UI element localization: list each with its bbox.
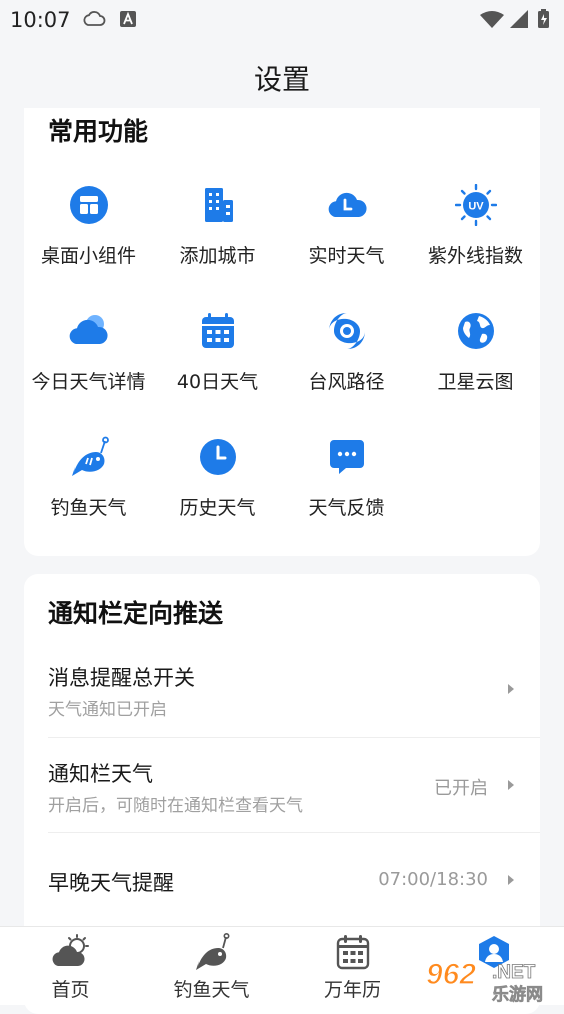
fish-icon bbox=[196, 933, 230, 970]
system-status-icons bbox=[480, 9, 549, 28]
calendar-icon bbox=[202, 313, 234, 348]
chevron-right-icon bbox=[508, 684, 514, 694]
city-building-icon bbox=[205, 188, 233, 222]
func-add-city[interactable]: 添加城市 bbox=[153, 184, 282, 294]
row-morning-evening-reminder[interactable]: 早晚天气提醒 07:00/18:30 bbox=[24, 833, 540, 927]
fish-icon bbox=[72, 436, 109, 476]
globe-icon bbox=[458, 313, 494, 349]
watermark-sub: 乐游网 bbox=[492, 984, 543, 1004]
nav-calendar[interactable]: 万年历 bbox=[282, 927, 423, 1005]
notification-title: 通知栏定向推送 bbox=[48, 599, 224, 628]
accessibility-status-icon bbox=[120, 11, 136, 27]
row-title: 通知栏天气 bbox=[48, 762, 153, 786]
func-label: 钓鱼天气 bbox=[50, 497, 127, 519]
nav-label: 钓鱼天气 bbox=[173, 979, 250, 1001]
func-label: 40日天气 bbox=[176, 371, 259, 393]
row-value: 已开启 bbox=[434, 778, 488, 799]
watermark-logo: 962 .NET 乐游网 bbox=[425, 957, 543, 1004]
svg-text:UV: UV bbox=[468, 201, 484, 213]
row-title: 早晚天气提醒 bbox=[48, 871, 174, 895]
func-satellite[interactable]: 卫星云图 bbox=[411, 310, 540, 420]
func-label: 添加城市 bbox=[179, 245, 256, 267]
nav-home[interactable]: 首页 bbox=[0, 927, 141, 1005]
func-realtime-weather[interactable]: 实时天气 bbox=[282, 184, 411, 294]
status-time: 10:07 bbox=[10, 8, 71, 32]
weather-home-icon bbox=[52, 934, 89, 966]
func-label: 桌面小组件 bbox=[40, 245, 136, 267]
func-history-weather[interactable]: 历史天气 bbox=[153, 436, 282, 546]
uv-sun-icon: UV bbox=[455, 184, 497, 226]
calendar-icon bbox=[336, 935, 370, 970]
func-40-day[interactable]: 40日天气 bbox=[153, 310, 282, 420]
cloud-clock-icon bbox=[328, 192, 367, 217]
row-subtitle: 开启后，可随时在通知栏查看天气 bbox=[48, 796, 303, 816]
row-message-switch[interactable]: 消息提醒总开关 天气通知已开启 bbox=[24, 642, 540, 736]
func-label: 紫外线指数 bbox=[427, 245, 523, 267]
page-title: 设置 bbox=[253, 63, 310, 96]
func-label: 台风路径 bbox=[308, 371, 385, 393]
func-today-detail[interactable]: 今日天气详情 bbox=[24, 310, 153, 420]
common-functions-title: 常用功能 bbox=[48, 117, 149, 146]
nav-label: 首页 bbox=[51, 979, 90, 1001]
cloud-icon bbox=[69, 315, 108, 344]
func-label: 实时天气 bbox=[308, 245, 385, 267]
func-typhoon[interactable]: 台风路径 bbox=[282, 310, 411, 420]
clock-icon bbox=[200, 439, 236, 475]
watermark-main: 962 bbox=[426, 958, 476, 991]
func-label: 历史天气 bbox=[179, 497, 256, 519]
row-notification-weather[interactable]: 通知栏天气 开启后，可随时在通知栏查看天气 已开启 bbox=[24, 738, 540, 832]
row-title: 消息提醒总开关 bbox=[48, 666, 195, 690]
widget-icon bbox=[70, 186, 108, 224]
row-value: 07:00/18:30 bbox=[378, 869, 488, 890]
cloud-status-icon bbox=[83, 11, 106, 26]
chevron-right-icon bbox=[508, 780, 514, 790]
feedback-chat-icon bbox=[330, 440, 364, 474]
nav-label: 万年历 bbox=[323, 979, 381, 1001]
func-label: 今日天气详情 bbox=[31, 371, 146, 393]
typhoon-icon bbox=[329, 313, 365, 349]
func-label: 卫星云图 bbox=[437, 371, 514, 393]
watermark-net: .NET bbox=[492, 962, 536, 983]
func-label: 天气反馈 bbox=[308, 497, 385, 519]
nav-fishing[interactable]: 钓鱼天气 bbox=[141, 927, 282, 1005]
func-widget[interactable]: 桌面小组件 bbox=[24, 184, 153, 294]
common-functions-card: 常用功能 桌面小组件 添加城市 实时天气 UV 紫外线指数 今日天气详情 40日… bbox=[24, 108, 540, 556]
func-feedback[interactable]: 天气反馈 bbox=[282, 436, 411, 546]
func-uv-index[interactable]: UV 紫外线指数 bbox=[411, 184, 540, 294]
func-fishing-weather[interactable]: 钓鱼天气 bbox=[24, 436, 153, 546]
status-bar: 10:07 bbox=[0, 0, 564, 38]
chevron-right-icon bbox=[508, 875, 514, 885]
row-subtitle: 天气通知已开启 bbox=[48, 700, 167, 720]
